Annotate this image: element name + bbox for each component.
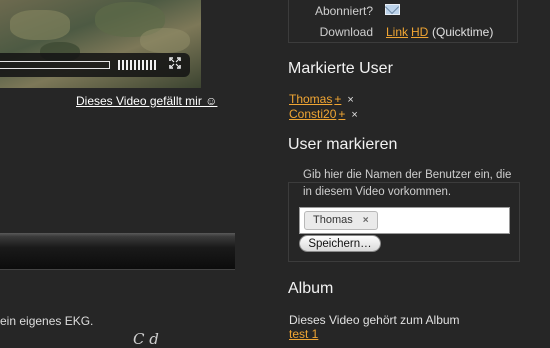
download-hd-link[interactable]: HD <box>411 25 428 39</box>
video-frame-detail <box>140 28 190 53</box>
marked-users-heading: Markierte User <box>288 60 393 77</box>
user-tag-label: Thomas <box>313 214 353 226</box>
user-link[interactable]: Consti20 <box>289 107 336 121</box>
download-label: Download <box>319 25 373 39</box>
volume-bar <box>142 60 144 70</box>
user-add-link[interactable]: + <box>334 92 341 106</box>
mark-users-heading: User markieren <box>288 136 398 153</box>
volume-bar <box>126 60 128 70</box>
subscribed-label: Abonniert? <box>314 4 373 18</box>
marked-user: Thomas + × <box>289 92 354 106</box>
volume-bar <box>130 60 132 70</box>
signature-text: C d <box>133 330 159 348</box>
album-heading: Album <box>288 280 334 297</box>
remove-user-icon[interactable]: × <box>347 94 353 106</box>
volume-bar <box>138 60 140 70</box>
video-description: ein eigenes EKG. <box>0 314 94 328</box>
album-text: Dieses Video gehört zum Album <box>289 313 460 327</box>
progress-bar[interactable] <box>0 61 110 69</box>
user-tag-input[interactable]: Thomas × <box>299 207 510 234</box>
volume-bar <box>122 60 124 70</box>
like-video-link[interactable]: Dieses Video gefällt mir ☺ <box>76 94 217 108</box>
download-link[interactable]: Link <box>386 25 408 39</box>
user-link[interactable]: Thomas <box>289 92 332 106</box>
volume-bar <box>154 60 156 70</box>
save-button[interactable]: Speichern… <box>299 235 381 252</box>
video-info-box: Abonniert? Download Link HD (Quicktime) <box>288 0 518 43</box>
remove-tag-icon[interactable]: × <box>363 212 369 229</box>
user-add-link[interactable]: + <box>338 107 345 121</box>
album-link[interactable]: test 1 <box>289 327 318 341</box>
volume-meter[interactable] <box>118 60 156 70</box>
video-frame-detail <box>10 10 70 40</box>
volume-bar <box>134 60 136 70</box>
fullscreen-icon[interactable] <box>167 57 183 73</box>
volume-bar <box>150 60 152 70</box>
download-format: (Quicktime) <box>432 25 494 39</box>
comment-box-top <box>0 233 235 270</box>
mark-users-hint: Gib hier die Namen der Benutzer ein, die… <box>303 169 512 198</box>
envelope-icon[interactable] <box>385 4 400 15</box>
player-controls <box>0 53 190 77</box>
user-tag: Thomas × <box>304 211 378 230</box>
remove-user-icon[interactable]: × <box>351 109 357 121</box>
volume-bar <box>146 60 148 70</box>
volume-bar <box>118 60 120 70</box>
marked-user: Consti20 + × <box>289 107 358 121</box>
